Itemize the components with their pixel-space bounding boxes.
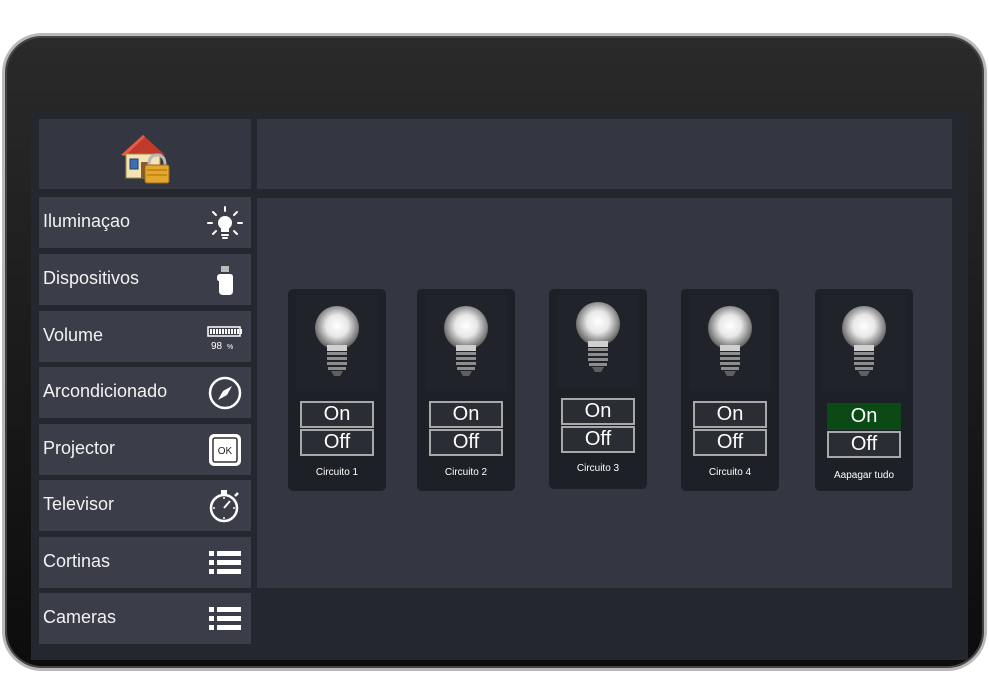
circuit-card-all: On Off Aapagar tudo xyxy=(815,289,913,491)
lightbulb-icon xyxy=(207,206,243,239)
sidebar-item-volume[interactable]: Volume 98 % xyxy=(39,311,251,362)
circuit-3-off-button[interactable]: Off xyxy=(561,426,635,453)
sidebar-item-label: Arcondicionado xyxy=(43,381,168,401)
sidebar-item-label: Dispositivos xyxy=(43,268,140,288)
sidebar-item-iluminacao[interactable]: Iluminaçao xyxy=(39,197,251,248)
list-icon xyxy=(209,551,241,574)
circuit-card-4: On Off Circuito 4 xyxy=(681,289,779,491)
sidebar-item-projector[interactable]: Projector OK xyxy=(39,424,251,475)
bulb-display xyxy=(296,295,378,391)
volume-unit: % xyxy=(227,344,233,351)
volume-level-icon: 98 % xyxy=(207,326,242,352)
circuit-3-on-button[interactable]: On xyxy=(561,398,635,425)
sidebar-item-label: Cameras xyxy=(43,607,117,627)
hand-pointer-icon xyxy=(217,266,233,295)
circuit-2-label: Circuito 2 xyxy=(444,467,488,478)
all-off-button[interactable]: Off xyxy=(827,431,901,458)
ok-icon-text: OK xyxy=(218,446,233,457)
circuit-card-3: On Off Circuito 3 xyxy=(549,289,647,489)
lighting-panel: On Off Circuito 1 On Off Circuito 2 On O… xyxy=(257,198,952,588)
circuit-4-off-button[interactable]: Off xyxy=(693,429,767,456)
sidebar-item-label: Projector xyxy=(43,438,116,458)
circuit-card-1: On Off Circuito 1 xyxy=(288,289,386,491)
circuit-2-on-button[interactable]: On xyxy=(429,401,503,428)
all-on-button[interactable]: On xyxy=(827,403,901,430)
sidebar-item-cortinas[interactable]: Cortinas xyxy=(39,537,251,588)
lightbulb-icon xyxy=(444,306,488,376)
header-bar xyxy=(257,119,952,189)
sidebar-item-televisor[interactable]: Televisor xyxy=(39,480,251,531)
volume-value: 98 xyxy=(211,341,223,352)
circuit-4-on-button[interactable]: On xyxy=(693,401,767,428)
app-screen: Iluminaçao Dispositivos Volume 98 % Arco… xyxy=(31,112,968,660)
sidebar-item-label: Cortinas xyxy=(43,551,111,571)
lightbulb-icon xyxy=(576,302,620,372)
tablet-frame: Iluminaçao Dispositivos Volume 98 % Arco… xyxy=(2,33,987,671)
stopwatch-icon xyxy=(209,490,239,523)
circuit-1-label: Circuito 1 xyxy=(315,467,359,478)
all-off-label: Aapagar tudo xyxy=(833,470,895,481)
circuit-2-off-button[interactable]: Off xyxy=(429,429,503,456)
sidebar-item-label: Volume xyxy=(43,325,104,345)
house-lock-icon xyxy=(121,135,170,184)
circuit-1-off-button[interactable]: Off xyxy=(300,429,374,456)
lightbulb-icon xyxy=(842,306,886,376)
logo-tile[interactable] xyxy=(39,119,251,189)
sidebar-item-dispositivos[interactable]: Dispositivos xyxy=(39,254,251,305)
sidebar-item-label: Iluminaçao xyxy=(43,211,131,231)
bulb-display xyxy=(823,295,905,391)
lightbulb-icon xyxy=(708,306,752,376)
list-icon xyxy=(209,607,241,630)
sidebar-item-label: Televisor xyxy=(43,494,115,514)
circuit-1-on-button[interactable]: On xyxy=(300,401,374,428)
circuit-3-label: Circuito 3 xyxy=(576,463,620,474)
lightbulb-icon xyxy=(315,306,359,376)
bulb-display xyxy=(425,295,507,391)
circuit-card-2: On Off Circuito 2 xyxy=(417,289,515,491)
bulb-display xyxy=(557,295,639,387)
bulb-display xyxy=(689,295,771,391)
compass-icon xyxy=(208,376,242,410)
sidebar-item-arcondicionado[interactable]: Arcondicionado xyxy=(39,367,251,418)
circuit-4-label: Circuito 4 xyxy=(708,467,752,478)
ok-button-icon: OK xyxy=(209,434,241,466)
sidebar-item-cameras[interactable]: Cameras xyxy=(39,593,251,644)
